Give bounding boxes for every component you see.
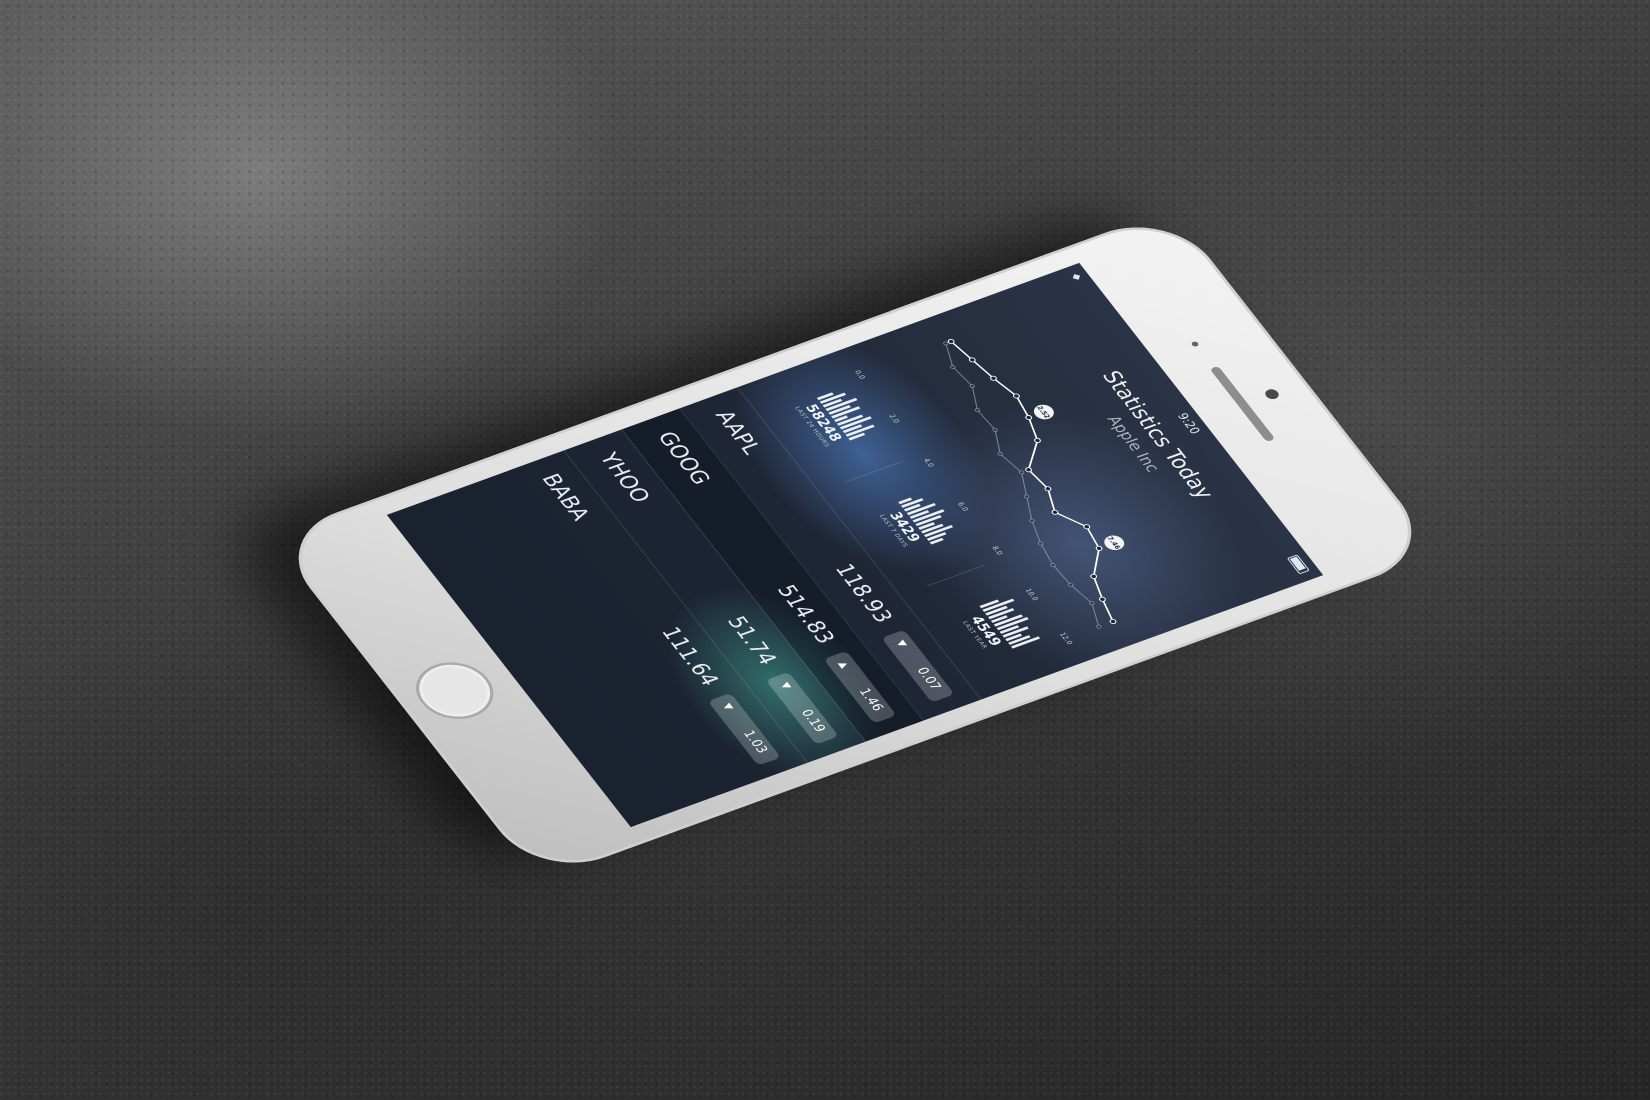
change-value: 1.03 (739, 728, 771, 756)
phone-mockup: ◆ 9:20 Statistics Today Apple Inc 2.52 7.… (0, 0, 1650, 1100)
data-point[interactable] (974, 408, 981, 413)
x-tick-label: 4.0 (921, 457, 935, 468)
stock-ticker: BABA (535, 470, 595, 524)
change-value: 0.07 (913, 665, 944, 692)
data-point[interactable] (1098, 596, 1106, 602)
front-camera-icon (1262, 387, 1282, 401)
earpiece-speaker (1209, 365, 1276, 443)
desk-background: ◆ 9:20 Statistics Today Apple Inc 2.52 7.… (0, 0, 1650, 1100)
arrow-down-icon: ▼ (720, 702, 735, 712)
change-value: 0.19 (797, 707, 829, 735)
change-value: 1.46 (855, 686, 886, 714)
x-tick-label: 10.0 (1023, 588, 1040, 602)
phone-body: ◆ 9:20 Statistics Today Apple Inc 2.52 7.… (269, 208, 1441, 882)
data-point[interactable] (1023, 494, 1030, 499)
data-point[interactable] (1037, 541, 1044, 546)
app-screen: ◆ 9:20 Statistics Today Apple Inc 2.52 7.… (386, 262, 1324, 828)
stock-price: 51.74 (721, 613, 782, 669)
data-point[interactable] (1034, 437, 1042, 444)
x-tick-label: 8.0 (990, 545, 1004, 556)
x-tick-label: 0.0 (853, 369, 867, 380)
arrow-down-icon: ▼ (893, 639, 909, 649)
data-point[interactable] (1025, 415, 1033, 421)
data-point[interactable] (1095, 545, 1103, 552)
data-point[interactable] (1090, 573, 1098, 580)
data-point[interactable] (1109, 618, 1117, 625)
sensor-icon (1190, 340, 1200, 348)
x-tick-label: 12.0 (1058, 631, 1075, 645)
data-point[interactable] (1096, 624, 1102, 629)
x-tick-label: 6.0 (956, 501, 970, 512)
arrow-down-icon: ▼ (778, 681, 793, 691)
stock-ticker: AAPL (709, 407, 766, 458)
data-point[interactable] (1050, 563, 1056, 568)
stock-ticker: YHOO (593, 449, 655, 506)
x-tick-label: 2.0 (887, 413, 901, 424)
home-button[interactable] (401, 652, 508, 729)
arrow-up-icon: ▲ (835, 660, 851, 670)
data-point[interactable] (1029, 518, 1035, 523)
data-point[interactable] (992, 427, 998, 432)
